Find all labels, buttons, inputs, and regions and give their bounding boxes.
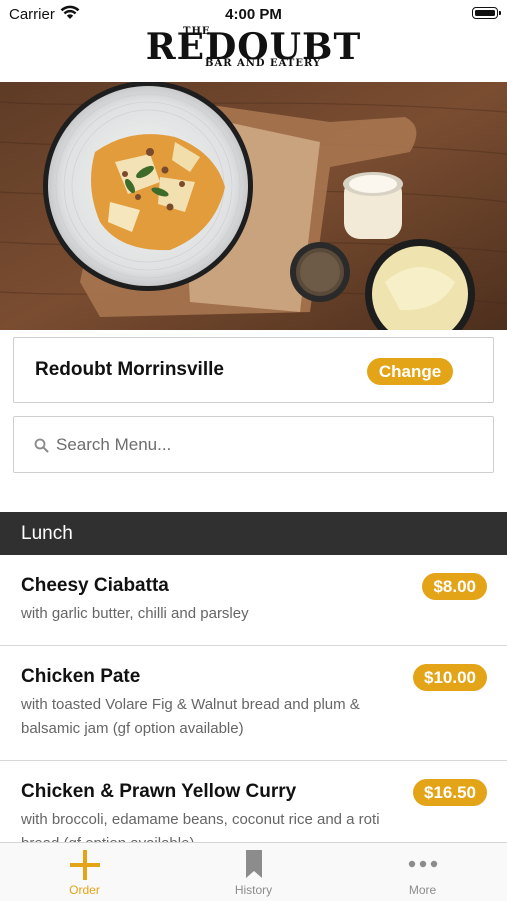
plus-icon	[69, 850, 100, 880]
hero-food-image	[0, 82, 507, 330]
menu-item-description: with garlic butter, chilli and parsley	[21, 605, 249, 622]
battery-icon	[472, 7, 501, 19]
menu-item-price[interactable]: $10.00	[413, 664, 487, 691]
change-location-button[interactable]: Change	[367, 358, 453, 385]
logo-tagline: BAR AND EATERY	[205, 58, 322, 69]
more-dots-icon	[408, 860, 437, 868]
menu-item-title: Chicken & Prawn Yellow Curry	[21, 781, 297, 802]
clock-time: 4:00 PM	[225, 6, 282, 23]
tab-order-label: Order	[69, 883, 100, 897]
tab-bar: Order History More	[0, 842, 507, 901]
menu-item[interactable]: Cheesy Ciabatta with garlic butter, chil…	[0, 555, 507, 646]
tab-more-label: More	[408, 883, 437, 897]
search-box	[13, 416, 494, 473]
location-card: Redoubt Morrinsville Change	[13, 337, 494, 403]
tab-history[interactable]: History	[169, 843, 338, 901]
section-header-lunch: Lunch	[0, 512, 507, 555]
menu-item-title: Cheesy Ciabatta	[21, 575, 169, 596]
bookmark-icon	[245, 850, 262, 878]
menu-item-price[interactable]: $16.50	[413, 779, 487, 806]
menu-item-title: Chicken Pate	[21, 666, 141, 687]
tab-more[interactable]: More	[338, 843, 507, 901]
brand-logo: THE Redoubt BAR AND EATERY	[0, 24, 507, 80]
menu-item-description: with toasted Volare Fig & Walnut bread a…	[21, 696, 360, 737]
location-name: Redoubt Morrinsville	[35, 359, 224, 380]
search-input[interactable]	[56, 430, 476, 460]
menu-item-price[interactable]: $8.00	[422, 573, 487, 600]
search-icon	[34, 438, 49, 453]
tab-order[interactable]: Order	[0, 843, 169, 901]
menu-item[interactable]: Chicken Pate with toasted Volare Fig & W…	[0, 646, 507, 761]
tab-history-label: History	[234, 883, 273, 897]
section-title: Lunch	[21, 523, 73, 544]
